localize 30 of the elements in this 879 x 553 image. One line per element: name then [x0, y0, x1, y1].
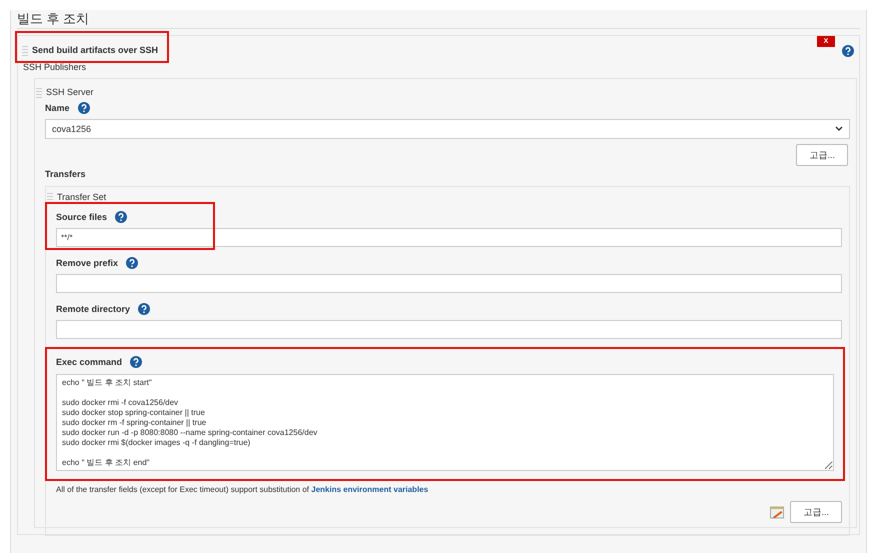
- help-icon[interactable]: [130, 356, 142, 368]
- help-icon[interactable]: [126, 257, 138, 269]
- step-title: Send build artifacts over SSH: [32, 44, 158, 56]
- env-variables-link[interactable]: Jenkins environment variables: [311, 485, 428, 494]
- chevron-down-icon: [835, 126, 843, 132]
- field-label: Source files: [56, 212, 108, 222]
- drag-handle-icon[interactable]: [47, 191, 53, 203]
- help-icon[interactable]: [842, 45, 854, 57]
- transfers-label: Transfers: [45, 169, 87, 180]
- help-icon[interactable]: [115, 211, 128, 223]
- name-select[interactable]: cova1256: [45, 119, 850, 139]
- help-icon[interactable]: [78, 102, 90, 114]
- text-field[interactable]: [56, 320, 842, 339]
- transfer-set-label: Transfer Set: [57, 192, 106, 202]
- advanced-button[interactable]: 고급...: [796, 144, 848, 166]
- publishers-label: SSH Publishers: [23, 62, 88, 73]
- notepad-pencil-icon[interactable]: [770, 506, 786, 518]
- drag-handle-icon[interactable]: [36, 86, 42, 98]
- field-label: Remove prefix: [56, 258, 118, 268]
- server-label: SSH Server: [46, 86, 94, 98]
- field-label: Remote directory: [56, 304, 130, 314]
- section-title: 빌드 후 조치: [17, 10, 860, 29]
- text-field[interactable]: [56, 274, 842, 293]
- help-icon[interactable]: [138, 303, 150, 315]
- text-field[interactable]: **/*: [56, 228, 842, 247]
- advanced-button[interactable]: 고급...: [790, 501, 842, 523]
- name-label: Name: [45, 102, 70, 114]
- exec-label: Exec command: [56, 356, 122, 368]
- note-text: All of the transfer fields (except for Exec timeout) support substitution of: [56, 485, 310, 494]
- exec-command-field[interactable]: echo " 빌드 후 조치 start" sudo docker rmi -f cova1256/dev sudo docker stop spring-container || true sudo docker rm -f spring-container || true sudo docker run -d -p 8080:8080 --name spring-container cova1256/dev sudo docker rmi $(docker images -q -f dangling=true) echo " 빌드 후 조치 end": [56, 374, 834, 471]
